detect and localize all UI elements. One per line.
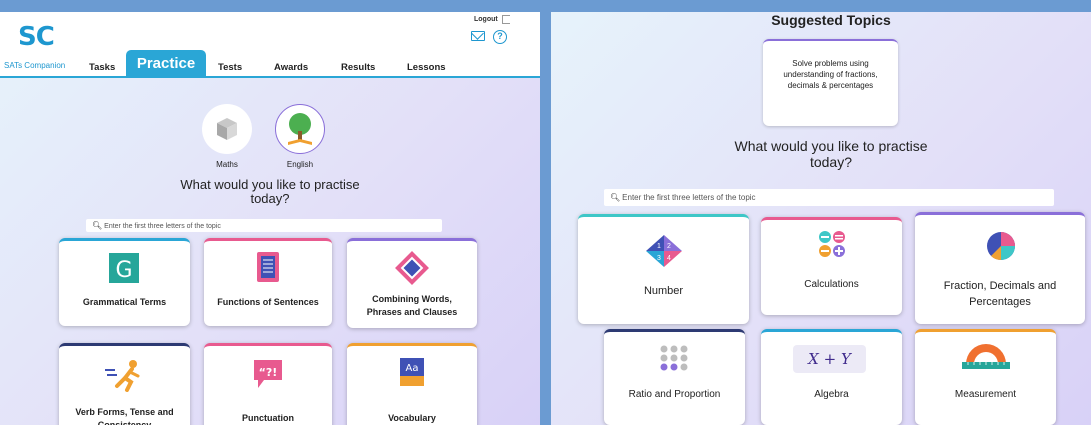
card-label: Calculations bbox=[804, 279, 859, 290]
card-label: Algebra bbox=[814, 389, 849, 400]
algebra-icon: X + Y bbox=[793, 345, 866, 373]
card-label: Number bbox=[643, 285, 684, 297]
topic-card-punctuation[interactable]: “?! Punctuation bbox=[204, 343, 332, 425]
logo[interactable]: SC bbox=[18, 22, 55, 52]
pie-chart-icon bbox=[987, 232, 1015, 261]
search-icon: 🔍︎ bbox=[610, 193, 621, 202]
mail-icon[interactable] bbox=[471, 31, 485, 41]
tab-awards[interactable]: Awards bbox=[274, 62, 308, 73]
logout-icon[interactable] bbox=[502, 15, 510, 24]
topic-card-vocabulary[interactable]: Aa Vocabulary bbox=[347, 343, 477, 425]
protractor-ruler-icon bbox=[962, 344, 1010, 369]
tab-practice[interactable]: Practice bbox=[126, 50, 206, 78]
runner-icon bbox=[105, 360, 140, 392]
search-placeholder: Enter the first three letters of the top… bbox=[104, 223, 221, 230]
subject-maths-label: Maths bbox=[216, 160, 238, 169]
aa-book-icon: Aa bbox=[400, 358, 424, 386]
svg-text:G: G bbox=[115, 258, 132, 283]
number-quadrant-icon: 1 2 3 4 bbox=[646, 235, 682, 267]
tab-results[interactable]: Results bbox=[341, 62, 375, 73]
card-label: Grammatical Terms bbox=[82, 297, 167, 307]
card-label: Verb Forms, Tense and Consistency bbox=[75, 407, 174, 425]
speech-bubble-icon: “?! bbox=[254, 360, 282, 388]
english-practice-panel: SC SATs Companion Tasks Practice Tests A… bbox=[0, 12, 540, 425]
document-icon bbox=[257, 252, 279, 282]
logout-link[interactable]: Logout bbox=[474, 16, 498, 23]
topic-card-measurement[interactable]: Measurement bbox=[915, 329, 1056, 425]
svg-text:“?!: “?! bbox=[259, 366, 278, 379]
svg-text:1: 1 bbox=[657, 243, 661, 250]
card-label: Fraction, Decimals and Percentages bbox=[943, 280, 1057, 308]
tab-tests[interactable]: Tests bbox=[218, 62, 242, 73]
search-placeholder: Enter the first three letters of the top… bbox=[622, 193, 756, 202]
svg-text:4: 4 bbox=[667, 255, 671, 262]
card-label: Ratio and Proportion bbox=[628, 389, 721, 400]
topic-card-algebra[interactable]: X + Y Algebra bbox=[761, 329, 902, 425]
card-label: Combining Words, Phrases and Clauses bbox=[366, 294, 458, 317]
tab-tasks[interactable]: Tasks bbox=[89, 62, 115, 73]
topic-card-fractions[interactable]: Fraction, Decimals and Percentages bbox=[915, 212, 1085, 324]
topic-search-input[interactable]: 🔍︎ Enter the first three letters of the t… bbox=[604, 189, 1054, 206]
logo-subtitle: SATs Companion bbox=[4, 61, 66, 70]
svg-text:2: 2 bbox=[667, 243, 671, 250]
svg-text:Aa: Aa bbox=[406, 363, 419, 374]
subject-maths[interactable] bbox=[202, 104, 252, 154]
topic-search-input[interactable]: 🔍︎ Enter the first three letters of the t… bbox=[86, 219, 442, 232]
card-label: Measurement bbox=[954, 389, 1017, 400]
card-label: Punctuation bbox=[242, 413, 294, 423]
suggested-topic-card[interactable]: Solve problems using understanding of fr… bbox=[763, 39, 898, 126]
tree-book-icon bbox=[288, 113, 312, 145]
dots-grid-icon bbox=[660, 345, 688, 371]
topic-card-number[interactable]: 1 2 3 4 Number bbox=[578, 214, 749, 324]
maths-practice-panel: Suggested Topics Solve problems using un… bbox=[551, 12, 1091, 425]
search-icon: 🔍︎ bbox=[92, 221, 103, 230]
topic-card-verb-forms[interactable]: Verb Forms, Tense and Consistency bbox=[59, 343, 190, 425]
cube-icon bbox=[217, 118, 237, 140]
practice-question: What would you like to practise today? bbox=[180, 177, 360, 206]
links-icon bbox=[395, 251, 429, 285]
practice-question: What would you like to practise today? bbox=[734, 138, 928, 170]
subject-english[interactable] bbox=[275, 104, 325, 154]
svg-text:3: 3 bbox=[657, 255, 661, 262]
topic-card-ratio[interactable]: Ratio and Proportion bbox=[604, 329, 745, 425]
g-letter-icon: G bbox=[109, 253, 139, 283]
suggested-topics-title: Suggested Topics bbox=[771, 12, 891, 28]
tab-lessons[interactable]: Lessons bbox=[407, 62, 446, 73]
header: SC SATs Companion Tasks Practice Tests A… bbox=[0, 12, 540, 78]
help-icon[interactable]: ? bbox=[493, 30, 507, 44]
topic-card-grammatical-terms[interactable]: G Grammatical Terms bbox=[59, 238, 190, 326]
topic-card-functions-of-sentences[interactable]: Functions of Sentences bbox=[204, 238, 332, 326]
topic-card-combining-words[interactable]: Combining Words, Phrases and Clauses bbox=[347, 238, 477, 328]
calculator-signs-icon bbox=[819, 231, 845, 257]
subject-english-label: English bbox=[286, 160, 314, 169]
topic-card-calculations[interactable]: Calculations bbox=[761, 217, 902, 315]
card-label: Vocabulary bbox=[388, 413, 436, 423]
card-label: Functions of Sentences bbox=[217, 297, 319, 307]
